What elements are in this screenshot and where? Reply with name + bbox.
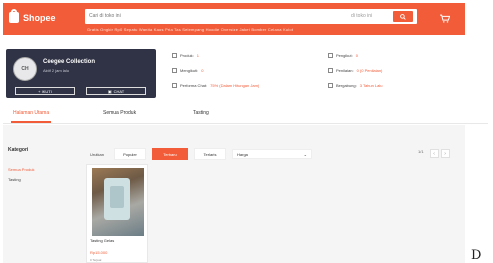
follow-label: + IKUTI	[38, 88, 52, 94]
page-indicator: 1/1	[418, 149, 424, 154]
user-check-icon	[328, 82, 333, 88]
chevron-right-icon: ›	[444, 150, 446, 157]
next-page-button[interactable]: ›	[440, 149, 450, 158]
top-header: Shopee di toko ini Gratis Ongkir Rp0 Sep…	[3, 3, 465, 35]
shop-name: Ceegee Collection	[43, 59, 96, 65]
cart-icon[interactable]	[440, 14, 450, 23]
brand-name: Shopee	[23, 12, 56, 23]
stat-label: Produk:	[180, 52, 194, 58]
sort-popular-button[interactable]: Populer	[114, 148, 146, 160]
search-bar: di toko ini	[85, 9, 417, 24]
stat-value: 0	[201, 67, 204, 73]
users-icon	[328, 52, 333, 58]
search-icon	[400, 13, 406, 20]
chat-button[interactable]: ▣ CHAT	[86, 87, 146, 95]
stat-value: 1	[196, 52, 200, 58]
product-price: Rp15.000	[90, 250, 108, 255]
stat-value: 0	[355, 52, 358, 58]
star-icon	[328, 67, 333, 73]
stat-label: Bergabung:	[336, 82, 357, 88]
sort-option-label: Terlaris	[203, 151, 217, 157]
sort-option-label: Terbaru	[163, 151, 177, 157]
follow-button[interactable]: + IKUTI	[15, 87, 75, 95]
shop-tabs: Halaman Utama Semua Produk Tasting	[3, 104, 488, 124]
category-item-tasting[interactable]: Tasting	[8, 177, 21, 182]
shopping-bag-icon	[9, 9, 19, 23]
shopee-logo[interactable]: Shopee	[9, 9, 56, 23]
stat-products: Produk: 1	[172, 51, 259, 59]
avatar[interactable]: CH	[13, 57, 37, 81]
shop-stats-col2: Pengikut: 0 Penilaian: 0 (0 Penilaian) Ber…	[328, 51, 383, 96]
sort-option-label: Populer	[123, 151, 137, 157]
box-icon	[172, 52, 177, 58]
stat-following: Mengikuti: 0	[172, 66, 259, 74]
sort-label: Urutkan	[89, 151, 104, 157]
user-plus-icon	[172, 67, 177, 73]
hot-keywords[interactable]: Gratis Ongkir Rp0 Sepatu Wanita Kaos Pri…	[87, 27, 293, 32]
tab-home[interactable]: Halaman Utama	[13, 110, 49, 116]
sort-latest-button[interactable]: Terbaru	[152, 148, 188, 160]
stat-value: 3 Tahun Lalu	[359, 82, 383, 88]
product-image[interactable]	[92, 168, 144, 236]
stat-label: Performa Chat:	[180, 82, 208, 88]
search-input[interactable]	[89, 12, 269, 20]
shop-active-status: Aktif 2 jam lalu	[43, 68, 70, 73]
prev-page-button[interactable]: ‹	[429, 149, 439, 158]
price-sort-select[interactable]: Harga ⌄	[232, 149, 312, 159]
mini-pagination: 1/1 ‹ ›	[418, 149, 450, 158]
stat-label: Penilaian:	[336, 67, 354, 73]
sort-bar: Urutkan Populer Terbaru Terlaris Harga ⌄	[86, 147, 312, 161]
stat-label: Pengikut:	[336, 52, 353, 58]
chat-icon: ▣	[107, 88, 112, 94]
chevron-down-icon: ⌄	[303, 151, 307, 157]
shop-profile-card: CH Ceegee Collection Aktif 2 jam lalu + …	[6, 49, 156, 98]
category-title: Kategori	[8, 147, 29, 153]
product-sold-count: 0 Terjual	[90, 258, 102, 262]
shop-stats-col1: Produk: 1 Mengikuti: 0 Performa Chat: 75% (…	[172, 51, 259, 96]
stat-joined: Bergabung: 3 Tahun Lalu	[328, 81, 383, 89]
stat-followers: Pengikut: 0	[328, 51, 383, 59]
category-item-all[interactable]: Semua Produk	[8, 167, 34, 172]
stat-rating: Penilaian: 0 (0 Penilaian)	[328, 66, 383, 74]
stat-value: 0 (0 Penilaian)	[356, 67, 383, 73]
chat-bubble-icon	[172, 82, 177, 88]
stat-label: Mengikuti:	[180, 67, 199, 73]
product-name: Tasting Gelas	[90, 238, 115, 243]
search-scope-label[interactable]: di toko ini	[351, 13, 372, 19]
price-label: Harga	[237, 151, 248, 157]
corner-letter: D	[471, 248, 482, 263]
content-area	[3, 125, 465, 263]
stat-value: 75% (Dalam Hitungan Jam)	[210, 82, 260, 88]
search-button[interactable]	[393, 11, 413, 22]
tab-all-products[interactable]: Semua Produk	[103, 110, 136, 116]
active-tab-indicator	[11, 121, 51, 123]
chat-label: CHAT	[113, 88, 125, 94]
chevron-left-icon: ‹	[433, 150, 435, 157]
stat-chat-performance: Performa Chat: 75% (Dalam Hitungan Jam)	[172, 81, 259, 89]
sort-bestseller-button[interactable]: Terlaris	[194, 148, 226, 160]
product-card[interactable]: Tasting Gelas Rp15.000 0 Terjual	[86, 164, 148, 263]
tab-tasting[interactable]: Tasting	[193, 110, 209, 116]
